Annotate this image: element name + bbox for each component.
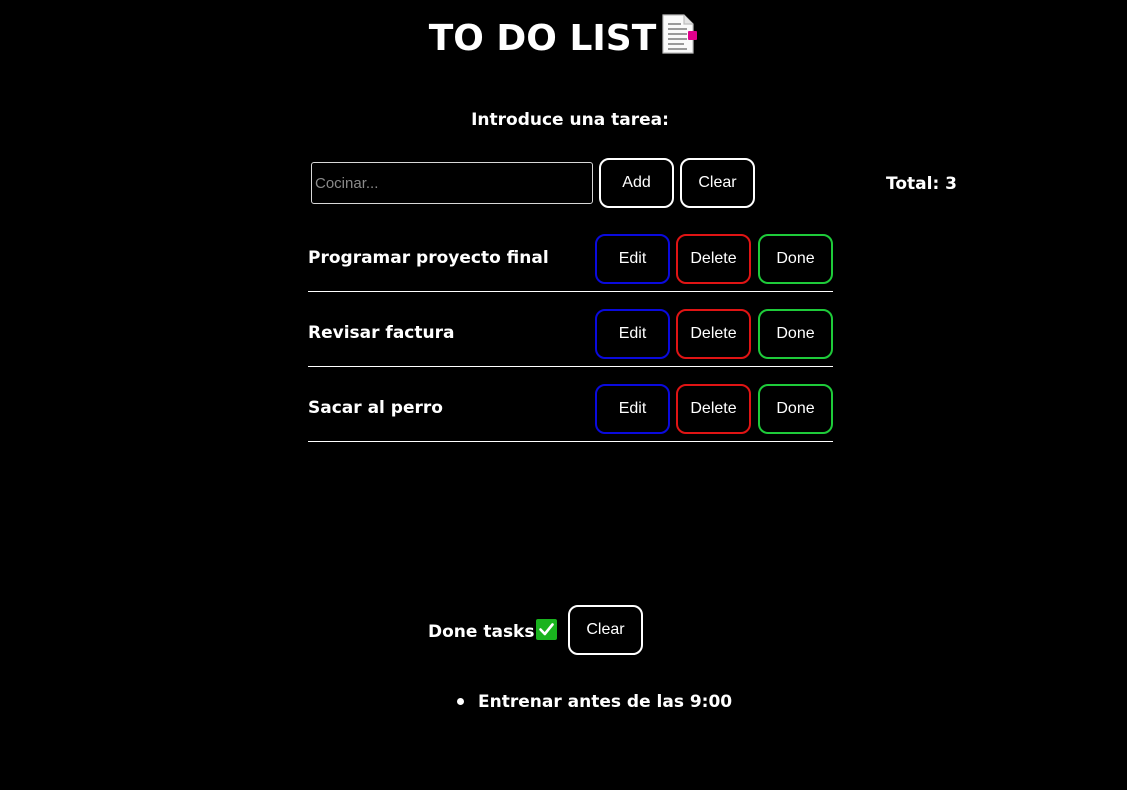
done-button[interactable]: Done bbox=[758, 309, 833, 359]
edit-button[interactable]: Edit bbox=[595, 309, 670, 359]
check-mark-icon bbox=[536, 619, 558, 647]
done-tasks-heading-text: Done tasks bbox=[428, 622, 535, 642]
edit-button[interactable]: Edit bbox=[595, 234, 670, 284]
task-row: Programar proyecto final Edit Delete Don… bbox=[308, 234, 833, 292]
delete-button[interactable]: Delete bbox=[676, 234, 751, 284]
done-tasks-list: Entrenar antes de las 9:00 bbox=[457, 690, 733, 714]
document-icon bbox=[660, 14, 698, 67]
task-prompt-label: Introduce una tarea: bbox=[471, 110, 669, 130]
task-label: Sacar al perro bbox=[308, 398, 443, 418]
delete-button[interactable]: Delete bbox=[676, 384, 751, 434]
add-button[interactable]: Add bbox=[599, 158, 674, 208]
clear-done-button[interactable]: Clear bbox=[568, 605, 643, 655]
page-title: TO DO LIST bbox=[0, 14, 1127, 67]
clear-tasks-button[interactable]: Clear bbox=[680, 158, 755, 208]
done-item-label: Entrenar antes de las 9:00 bbox=[478, 692, 733, 712]
task-input[interactable] bbox=[311, 162, 593, 204]
page-title-text: TO DO LIST bbox=[428, 18, 657, 59]
done-button[interactable]: Done bbox=[758, 384, 833, 434]
delete-button[interactable]: Delete bbox=[676, 309, 751, 359]
task-row: Revisar factura Edit Delete Done bbox=[308, 309, 833, 367]
task-label: Revisar factura bbox=[308, 323, 455, 343]
edit-button[interactable]: Edit bbox=[595, 384, 670, 434]
done-button[interactable]: Done bbox=[758, 234, 833, 284]
done-tasks-heading: Done tasks bbox=[428, 619, 558, 647]
total-count: Total: 3 bbox=[886, 174, 957, 194]
task-label: Programar proyecto final bbox=[308, 248, 549, 268]
done-list-item: Entrenar antes de las 9:00 bbox=[457, 690, 733, 714]
bullet-icon bbox=[457, 698, 464, 705]
task-row: Sacar al perro Edit Delete Done bbox=[308, 384, 833, 442]
